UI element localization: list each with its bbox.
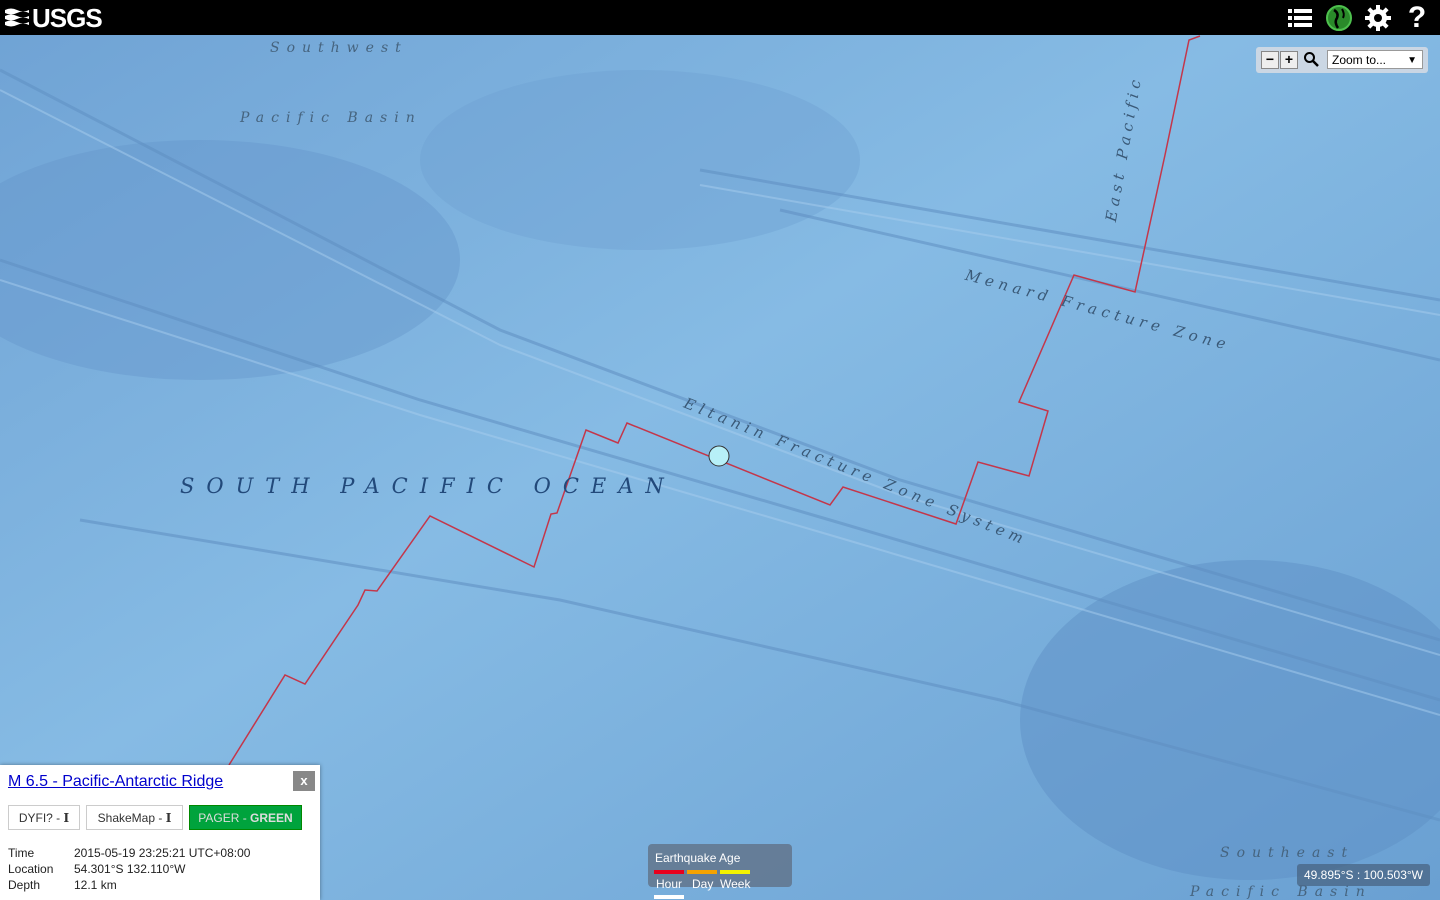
zoom-control: − + Zoom to... ▼ — [1256, 47, 1428, 73]
pager-value: GREEN — [250, 811, 293, 825]
detail-row-time: Time 2015-05-19 23:25:21 UTC+08:00 — [8, 846, 250, 860]
detail-row-depth: Depth 12.1 km — [8, 878, 117, 892]
label-southeast-pacific-basin-2: Pacific Basin — [1190, 884, 1372, 900]
gear-icon[interactable] — [1362, 2, 1394, 33]
detail-key: Depth — [8, 878, 41, 892]
detail-value: 54.301°S 132.110°W — [74, 862, 186, 876]
legend-swatch-day — [687, 870, 717, 874]
list-icon[interactable] — [1284, 2, 1316, 33]
zoom-in-button[interactable]: + — [1280, 51, 1298, 69]
legend-label-week: Week — [720, 877, 751, 891]
label-southwest-pacific-basin-1: Southwest — [270, 40, 408, 56]
detail-value: 2015-05-19 23:25:21 UTC+08:00 — [74, 846, 251, 860]
detail-key: Time — [8, 846, 35, 860]
dyfi-value: I — [63, 811, 70, 825]
chevron-down-icon: ▼ — [1407, 55, 1417, 66]
usgs-logo[interactable]: USGS — [4, 2, 103, 33]
cursor-coordinates: 49.895°S : 100.503°W — [1297, 864, 1430, 886]
shakemap-button[interactable]: ShakeMap - I — [86, 805, 183, 830]
deep-basin-patch — [420, 70, 860, 250]
label-southeast-pacific-basin-1: Southeast — [1220, 845, 1355, 861]
legend-label-day: Day — [692, 877, 714, 891]
detail-row-location: Location 54.301°S 132.110°W — [8, 862, 185, 876]
earthquake-age-legend[interactable]: Earthquake Age Hour Day Week — [648, 844, 792, 899]
zoom-select-value: Zoom to... — [1332, 53, 1387, 67]
globe-icon[interactable] — [1323, 2, 1355, 33]
close-button[interactable]: x — [293, 771, 315, 791]
legend-title: Earthquake Age — [655, 851, 741, 865]
top-bar: USGS ? — [0, 0, 1440, 35]
label-south-pacific-ocean: SOUTH PACIFIC OCEAN — [180, 474, 676, 498]
shakemap-label: ShakeMap - — [97, 811, 166, 825]
help-icon[interactable]: ? — [1401, 1, 1433, 34]
pager-button[interactable]: PAGER - GREEN — [189, 805, 302, 830]
legend-swatch-hour — [654, 870, 684, 874]
zoom-out-button[interactable]: − — [1261, 51, 1279, 69]
event-popup: M 6.5 - Pacific-Antarctic Ridge x DYFI? … — [0, 765, 320, 900]
earthquake-marker — [708, 445, 730, 467]
legend-swatch-older — [654, 895, 684, 899]
dyfi-button[interactable]: DYFI? - I — [8, 805, 80, 830]
event-title-link[interactable]: M 6.5 - Pacific-Antarctic Ridge — [8, 773, 223, 791]
logo-text: USGS — [32, 2, 103, 33]
label-southwest-pacific-basin-2: Pacific Basin — [240, 110, 422, 126]
detail-value: 12.1 km — [74, 878, 117, 892]
detail-key: Location — [8, 862, 54, 876]
magnifier-icon[interactable] — [1303, 51, 1319, 67]
pager-label: PAGER - — [198, 811, 251, 825]
zoom-to-select[interactable]: Zoom to... ▼ — [1327, 50, 1423, 69]
shakemap-value: I — [165, 811, 172, 825]
legend-swatch-week — [720, 870, 750, 874]
dyfi-label: DYFI? - — [18, 811, 64, 825]
legend-label-hour: Hour — [656, 877, 683, 891]
usgs-wave-icon — [5, 8, 29, 27]
